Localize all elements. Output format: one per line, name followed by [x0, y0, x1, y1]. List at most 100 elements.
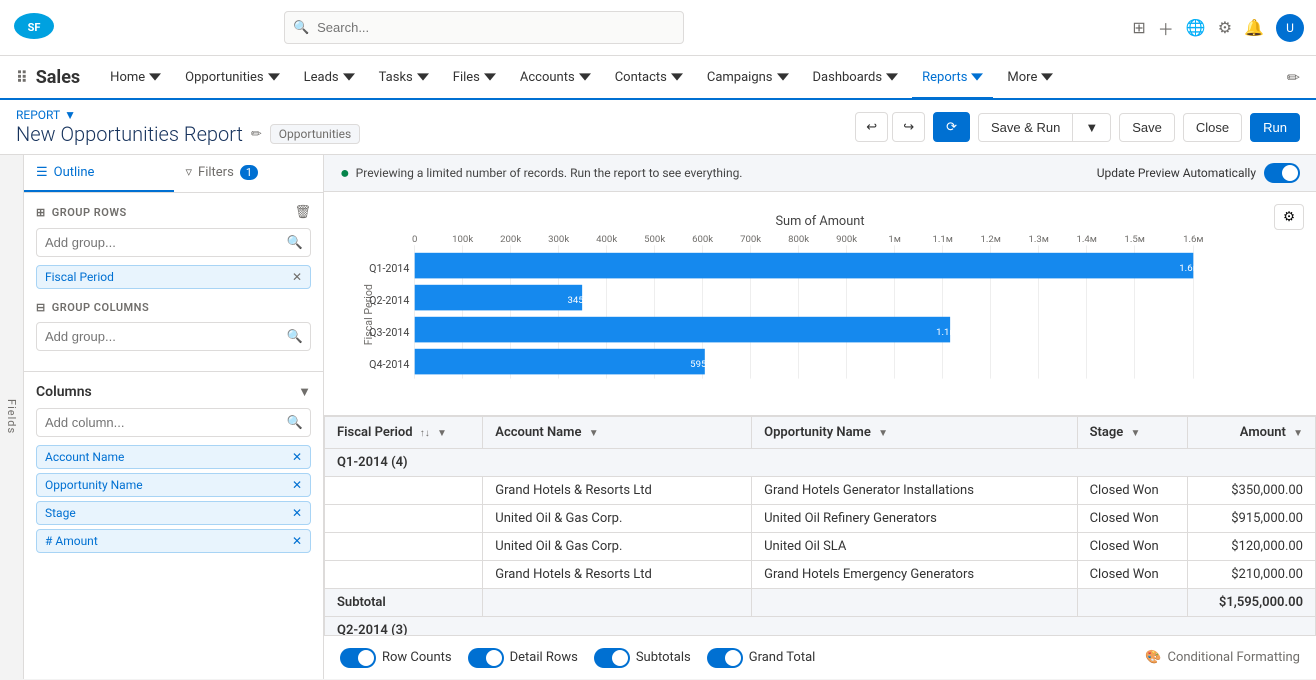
svg-text:900k: 900k [836, 234, 857, 245]
tab-outline[interactable]: ☰ Outline [24, 155, 174, 192]
close-button[interactable]: Close [1183, 113, 1242, 142]
nav-item-home[interactable]: Home [100, 57, 171, 99]
main-nav-items: Home Opportunities Leads Tasks Files Acc… [100, 56, 1063, 98]
grand-total-switch[interactable] [707, 648, 743, 668]
preview-banner: ● Previewing a limited number of records… [324, 155, 1316, 192]
col-fiscal-period: Fiscal Period ↑↓ ▼ [325, 416, 483, 448]
nav-item-opportunities[interactable]: Opportunities [175, 57, 289, 99]
svg-text:100k: 100k [452, 234, 473, 245]
run-button[interactable]: Run [1250, 113, 1300, 142]
save-run-group: Save & Run ▼ [978, 113, 1111, 142]
content-area: Fields ☰ Outline ▿ Filters 1 ⊞ GROUP ROW… [0, 155, 1316, 679]
edit-nav-icon[interactable]: ✏ [1287, 68, 1300, 87]
remove-fiscal-period[interactable]: ✕ [292, 270, 302, 284]
filter-account-name[interactable]: ▼ [589, 428, 599, 439]
app-grid-icon[interactable]: ⠿ [16, 68, 28, 87]
nav-item-reports[interactable]: Reports [912, 57, 993, 99]
account-name-cell: United Oil & Gas Corp. [483, 504, 752, 532]
edit-title-icon[interactable]: ✏ [251, 127, 262, 142]
remove-stage[interactable]: ✕ [292, 506, 302, 520]
chart-area: ⚙ Sum of Amount 0 100k 200k 300k 400k 50… [324, 192, 1316, 416]
groups-section: ⊞ GROUP ROWS 🗑 🔍 Fiscal Period ✕ ⊟ GROUP… [24, 193, 323, 372]
amount-cell: $120,000.00 [1188, 532, 1316, 560]
svg-text:1.1м: 1.1м [932, 234, 952, 245]
nav-item-campaigns[interactable]: Campaigns [697, 57, 799, 99]
svg-text:Q4-2014: Q4-2014 [369, 358, 409, 371]
table-row: Grand Hotels & Resorts Ltd Grand Hotels … [325, 476, 1316, 504]
nav-item-files[interactable]: Files [443, 57, 506, 99]
group-columns-section: ⊟ GROUP COLUMNS 🔍 [36, 301, 311, 351]
filter-amount[interactable]: ▼ [1293, 428, 1303, 439]
filter-fiscal-period[interactable]: ▼ [437, 428, 447, 439]
stage-cell: Closed Won [1077, 532, 1187, 560]
left-panel: ☰ Outline ▿ Filters 1 ⊞ GROUP ROWS 🗑 🔍 [24, 155, 324, 679]
salesforce-logo[interactable]: SF [12, 11, 56, 45]
avatar[interactable]: U [1276, 14, 1304, 42]
filter-stage[interactable]: ▼ [1131, 428, 1141, 439]
svg-text:1.6м: 1.6м [1183, 234, 1203, 245]
nav-item-accounts[interactable]: Accounts [510, 57, 601, 99]
bell-icon[interactable]: 🔔 [1244, 18, 1264, 37]
search-icon: 🔍 [293, 20, 309, 35]
group-column-search[interactable] [36, 322, 311, 351]
svg-text:0: 0 [412, 234, 417, 245]
account-name-cell: Grand Hotels & Resorts Ltd [483, 476, 752, 504]
search-input[interactable] [284, 11, 684, 44]
group-row-search-icon: 🔍 [287, 235, 303, 250]
remove-opportunity-name[interactable]: ✕ [292, 478, 302, 492]
bar-q4 [415, 349, 705, 375]
col-opportunity-name: Opportunity Name ▼ [752, 416, 1077, 448]
auto-preview-switch[interactable] [1264, 163, 1300, 183]
svg-text:400k: 400k [596, 234, 617, 245]
nav-item-dashboards[interactable]: Dashboards [803, 57, 909, 99]
chart-settings-button[interactable]: ⚙ [1274, 204, 1304, 230]
sync-button[interactable]: ⟳ [933, 112, 970, 142]
subtotals-switch[interactable] [594, 648, 630, 668]
sort-fiscal-period[interactable]: ↑↓ [420, 428, 430, 439]
svg-text:1м: 1м [888, 234, 901, 245]
preview-text: Previewing a limited number of records. … [356, 166, 743, 180]
stage-cell: Closed Won [1077, 476, 1187, 504]
nav-item-tasks[interactable]: Tasks [369, 57, 439, 99]
group-columns-label: ⊟ GROUP COLUMNS [36, 301, 311, 314]
detail-rows-switch[interactable] [468, 648, 504, 668]
table-row: Q1-2014 (4) [325, 448, 1316, 476]
save-button[interactable]: Save [1119, 113, 1175, 142]
columns-title: Columns [36, 384, 92, 400]
remove-account-name[interactable]: ✕ [292, 450, 302, 464]
col-stage: Stage ▼ [1077, 416, 1187, 448]
columns-section: Columns ▼ 🔍 Account Name ✕ Opportunity N… [24, 372, 323, 569]
bottom-bar: Row Counts Detail Rows Subtotals [324, 635, 1316, 679]
nav-item-leads[interactable]: Leads [294, 57, 365, 99]
save-run-button[interactable]: Save & Run [978, 113, 1073, 142]
conditional-formatting-button[interactable]: 🎨 Conditional Formatting [1145, 650, 1300, 665]
auto-preview-label: Update Preview Automatically [1097, 166, 1256, 180]
save-run-dropdown[interactable]: ▼ [1073, 113, 1111, 142]
fields-toggle[interactable]: Fields [0, 155, 24, 679]
redo-button[interactable]: ↪ [892, 112, 925, 142]
data-table: Fiscal Period ↑↓ ▼ Account Name ▼ Opport… [324, 416, 1316, 635]
svg-text:500k: 500k [644, 234, 665, 245]
report-breadcrumb[interactable]: REPORT ▼ [16, 108, 855, 122]
column-stage: Stage ✕ [36, 501, 311, 525]
grid-action-icon[interactable]: ⊞ [1132, 18, 1145, 37]
tab-filters[interactable]: ▿ Filters 1 [174, 155, 324, 192]
row-counts-switch[interactable] [340, 648, 376, 668]
columns-dropdown-icon[interactable]: ▼ [298, 384, 311, 400]
globe-icon[interactable]: 🌐 [1186, 18, 1206, 37]
svg-text:600k: 600k [692, 234, 713, 245]
group-row-search[interactable] [36, 228, 311, 257]
account-name-cell: Grand Hotels & Resorts Ltd [483, 560, 752, 588]
settings-icon[interactable]: ⚙ [1218, 18, 1232, 37]
remove-amount[interactable]: ✕ [292, 534, 302, 548]
undo-button[interactable]: ↩ [855, 112, 888, 142]
nav-item-contacts[interactable]: Contacts [605, 57, 693, 99]
filter-opportunity-name[interactable]: ▼ [878, 428, 888, 439]
delete-groups-icon[interactable]: 🗑 [294, 205, 311, 220]
column-search[interactable] [36, 408, 311, 437]
app-name-label: Sales [36, 67, 80, 88]
nav-item-more[interactable]: More [997, 57, 1063, 99]
tab-filters-label: Filters [198, 165, 234, 180]
row-counts-toggle: Row Counts [340, 648, 452, 668]
add-icon[interactable]: ＋ [1158, 16, 1174, 40]
